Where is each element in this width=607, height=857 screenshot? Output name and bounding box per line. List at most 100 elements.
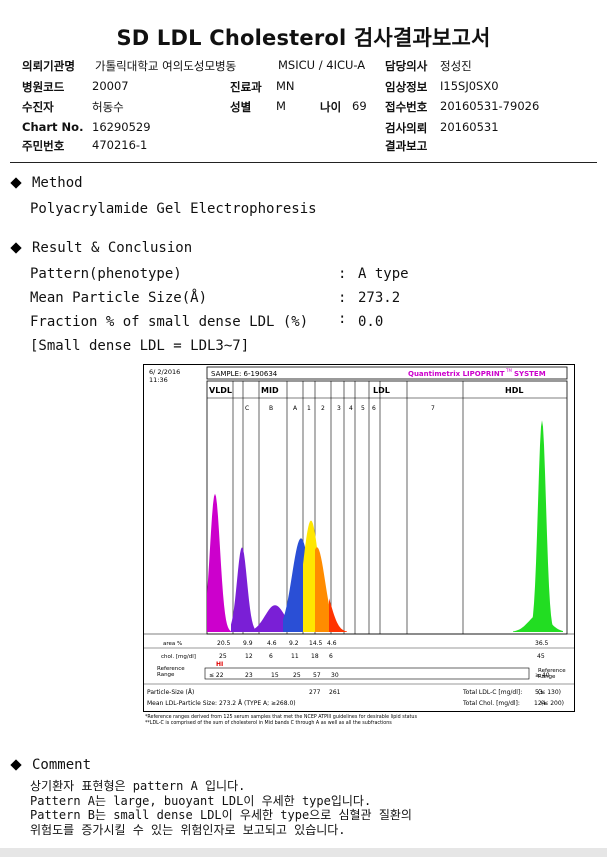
header-value: 정성진 [440, 59, 472, 73]
band-label: B [269, 405, 273, 412]
area-value: 36.5 [535, 640, 549, 647]
header-value: MN [276, 79, 295, 93]
header-value: MSICU / 4ICU-A [278, 58, 366, 72]
ref-value: 30 [331, 672, 339, 679]
lipoprint-chart: 6/ 2/201611:36 SAMPLE: 6-190634 Quantimetr… [143, 364, 575, 726]
chol-value: 18 [311, 653, 319, 660]
comment-line-3: Pattern B는 small dense LDL이 우세한 type으로 심… [30, 808, 412, 822]
header-value: 20160531 [440, 120, 499, 134]
method-text: Polyacrylamide Gel Electrophoresis [30, 201, 317, 217]
ref-value: 23 [245, 672, 253, 679]
footnote-2: **LDL-C is comprised of the sum of chole… [145, 720, 392, 726]
header-value: M [276, 99, 286, 113]
header-key: 결과보고 [385, 139, 428, 153]
header-value: I15SJ0SX0 [440, 79, 499, 93]
band-label: C [245, 405, 249, 412]
band-label: 7 [431, 405, 435, 412]
header-key: 수진자 [22, 100, 54, 114]
chart-sample: SAMPLE: 6-190634 [211, 370, 278, 378]
total-chol-label: Total Chol. [mg/dl]: [462, 700, 520, 707]
ref-value: ≤ 22 [209, 672, 224, 679]
header-key: 주민번호 [22, 139, 65, 153]
chol-value: 25 [219, 653, 227, 660]
total-chol-range: (≤ 200) [541, 700, 564, 707]
psize-value-2: 261 [329, 689, 341, 696]
header-value: 470216-1 [92, 138, 148, 152]
group-label-mid: MID [261, 386, 279, 395]
comment-line-4: 위험도를 증가시킬 수 있는 위험인자로 보고되고 있습니다. [30, 823, 346, 837]
header-key: Chart No. [22, 120, 84, 134]
header-key: 접수번호 [385, 100, 428, 114]
result-label-pattern: Pattern(phenotype) [30, 266, 182, 282]
chart-brand: Quantimetrix LIPOPRINT [408, 370, 505, 378]
method-heading: Method [32, 175, 83, 191]
result-colon: : [338, 266, 347, 282]
header-key: 검사의뢰 [385, 121, 428, 135]
result-label-fraction: Fraction % of small dense LDL (%) [30, 314, 309, 330]
hi-flag: HI [216, 661, 223, 668]
ref-value: 15 [271, 672, 279, 679]
area-value: 9.9 [243, 640, 253, 647]
psize-value-1: 277 [309, 689, 321, 696]
band-label: 6 [372, 405, 376, 412]
total-ldl-label: Total LDL-C [mg/dl]: [462, 689, 522, 696]
footer-bar [0, 848, 607, 857]
total-ldl-range: (≤ 130) [538, 689, 561, 696]
comment-heading: Comment [32, 757, 92, 773]
area-value: 20.5 [217, 640, 231, 647]
group-label-hdl: HDL [505, 386, 523, 395]
age-value: 69 [352, 99, 367, 113]
area-value: 4.6 [267, 640, 277, 647]
header-divider [10, 162, 597, 163]
result-colon: : [338, 311, 347, 327]
header-key: 진료과 [230, 80, 262, 94]
band-label: 3 [337, 405, 341, 412]
row-label-chol: chol. [mg/dl] [161, 654, 196, 660]
area-value: 14.5 [309, 640, 323, 647]
result-value-pattern: A type [358, 266, 409, 282]
result-bullet-icon [10, 242, 22, 254]
method-bullet-icon [10, 177, 22, 189]
chart-brand-tm: TM [505, 368, 512, 373]
header-value: 16290529 [92, 120, 151, 134]
psize-label: Particle-Size (Å) [147, 689, 194, 696]
band-label: 1 [307, 405, 311, 412]
area-value: 4.6 [327, 640, 337, 647]
ref-value: 25 [293, 672, 301, 679]
header-value: 20160531-79026 [440, 99, 540, 113]
chart-brand-suffix: SYSTEM [514, 370, 546, 378]
chol-value: 6 [269, 653, 273, 660]
group-label-ldl: LDL [373, 386, 390, 395]
row-label-area: area % [163, 641, 182, 647]
chol-value: 6 [329, 653, 333, 660]
result-colon: : [338, 290, 347, 306]
report-title: SD LDL Cholesterol 검사결과보고서 [116, 26, 491, 50]
mean-size-text: Mean LDL-Particle Size: 273.2 Å (TYPE A;… [147, 700, 296, 707]
header-key: 병원코드 [22, 80, 65, 94]
comment-line-2: Pattern A는 large, buoyant LDL이 우세한 type입… [30, 794, 372, 808]
header-key: 의뢰기관명 [22, 59, 75, 73]
chol-value: 45 [537, 653, 545, 660]
comment-line-1: 상기환자 표현형은 pattern A 입니다. [30, 779, 246, 793]
header-key: 성별 [230, 100, 252, 114]
result-note: [Small dense LDL = LDL3~7] [30, 338, 250, 354]
header-value: 20007 [92, 79, 129, 93]
header-value: 허동수 [92, 100, 124, 114]
plot-area [206, 380, 568, 635]
ref-range-box [204, 667, 530, 680]
chart-date: 6/ 2/2016 [149, 368, 180, 376]
area-value: 9.2 [289, 640, 299, 647]
band-label: 4 [349, 405, 353, 412]
chart-time: 11:36 [149, 376, 168, 384]
chol-value: 12 [245, 653, 253, 660]
chol-value: 11 [291, 653, 299, 660]
header-key: 담당의사 [385, 59, 428, 73]
result-value-fraction: 0.0 [358, 314, 384, 330]
comment-bullet-icon [10, 759, 22, 771]
result-heading: Result & Conclusion [32, 240, 193, 256]
band-label: 5 [361, 405, 365, 412]
header-key: 임상정보 [385, 80, 428, 94]
header-value: 가톨릭대학교 여의도성모병동 [95, 59, 237, 73]
ref-value: 57 [313, 672, 321, 679]
result-label-size: Mean Particle Size(Å) [30, 290, 208, 306]
